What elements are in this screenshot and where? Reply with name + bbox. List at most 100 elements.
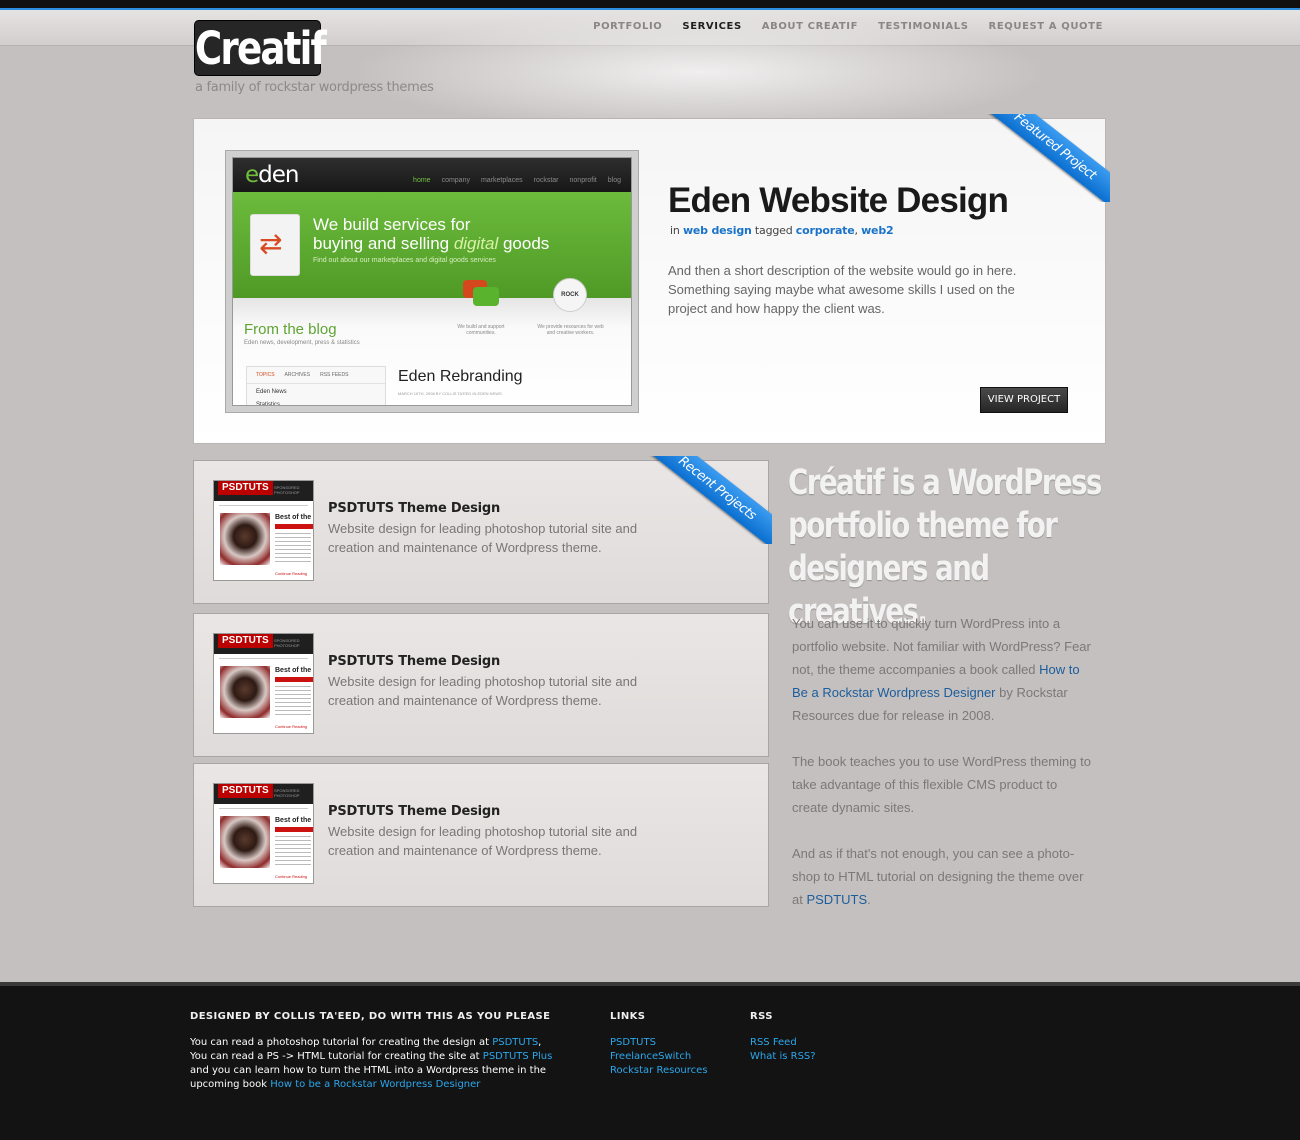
recent-ribbon-label: Recent Projects <box>625 456 772 544</box>
footer-psdtuts-plus-link[interactable]: PSDTUTS Plus <box>483 1051 553 1062</box>
promo-paragraph-1: You can use it to quickly turn WordPress… <box>792 612 1112 727</box>
thumb-image <box>220 513 270 565</box>
featured-meta: in web design tagged corporate, web2 <box>670 224 894 237</box>
footer-credits: DESIGNED BY COLLIS TA'EED, DO WITH THIS … <box>190 1011 580 1092</box>
tag-link-corporate[interactable]: corporate <box>796 224 855 237</box>
project-thumbnail[interactable]: PSDTUTS SPONSORED PHOTOSHOP Best of the … <box>213 783 314 884</box>
footer-text: You can read a PS -> HTML tutorial for c… <box>190 1051 483 1062</box>
promo-p3-b: . <box>867 892 871 907</box>
footer-text: upcoming book <box>190 1079 271 1090</box>
mockup-caption-2: We provide resources for web and creativ… <box>537 324 604 336</box>
mockup-row: Statistics <box>256 402 281 406</box>
mockup-post-title: Eden Rebranding <box>398 368 523 385</box>
promo-headline-line: Créatif is a WordPress <box>788 463 1102 503</box>
mockup-logo-leaf: e <box>245 162 259 188</box>
thumb-text-lines <box>275 686 311 716</box>
nav-services[interactable]: SERVICES <box>682 21 741 32</box>
mockup-logo-rest: den <box>258 162 299 188</box>
psdtuts-link[interactable]: PSDTUTS <box>806 892 867 907</box>
site-logo[interactable]: Creatif <box>194 20 327 76</box>
site-footer: DESIGNED BY COLLIS TA'EED, DO WITH THIS … <box>0 982 1300 1140</box>
footer-link-rockstar-resources[interactable]: Rockstar Resources <box>610 1064 708 1078</box>
thumb-heading: Best of the <box>275 514 312 521</box>
mockup-tabs: TOPICS ARCHIVES RSS FEEDS <box>247 367 385 384</box>
featured-description: And then a short description of the webs… <box>668 263 1017 316</box>
nav-about-creatif[interactable]: ABOUT CREATIF <box>762 21 858 32</box>
project-title[interactable]: PSDTUTS Theme Design <box>328 501 500 516</box>
thumb-divider <box>219 658 308 659</box>
mockup-nav-item: marketplaces <box>480 177 523 184</box>
thumb-heading: Best of the <box>275 817 312 824</box>
thumb-heading: Best of the <box>275 667 312 674</box>
thumb-footer: Continue Reading <box>275 724 308 729</box>
project-title[interactable]: PSDTUTS Theme Design <box>328 654 500 669</box>
mockup-logo: eden <box>245 162 299 188</box>
footer-line: upcoming book How to be a Rockstar Wordp… <box>190 1078 580 1092</box>
recent-ribbon: Recent Projects <box>620 456 772 544</box>
thumb-red-bar <box>275 524 313 529</box>
footer-credits-heading: DESIGNED BY COLLIS TA'EED, DO WITH THIS … <box>190 1011 551 1022</box>
mockup-tab: TOPICS <box>256 372 275 378</box>
footer-rss: RSS RSS Feed What is RSS? <box>750 1011 816 1064</box>
mockup-nav: home company marketplaces rockstar nonpr… <box>413 177 621 184</box>
mockup-post-meta: MARCH 16TH, 2008 BY COLLIS TA'EED IN EDE… <box>398 391 502 396</box>
project-description: Website design for leading photoshop tut… <box>328 521 638 555</box>
footer-link-rss-feed[interactable]: RSS Feed <box>750 1036 816 1050</box>
thumb-logo: PSDTUTS <box>218 481 273 495</box>
footer-link-freelanceswitch[interactable]: FreelanceSwitch <box>610 1050 708 1064</box>
mockup-row: Eden News <box>256 389 287 395</box>
view-project-button[interactable]: VIEW PROJECT <box>980 387 1068 413</box>
category-link[interactable]: web design <box>683 224 752 237</box>
project-thumbnail[interactable]: PSDTUTS SPONSORED PHOTOSHOP Best of the … <box>213 480 314 581</box>
footer-rss-heading: RSS <box>750 1011 773 1022</box>
project-description: Website design for leading photoshop tut… <box>328 824 638 858</box>
mockup-hero-title: We build services for buying and selling… <box>313 215 549 253</box>
promo-paragraph-3: And as if that's not enough, you can see… <box>792 842 1112 911</box>
footer-link-psdtuts[interactable]: PSDTUTS <box>610 1036 708 1050</box>
mockup-hero-line1: We build services for <box>313 215 471 234</box>
rock-badge-icon: ROCK <box>553 278 587 312</box>
mockup-panel: TOPICS ARCHIVES RSS FEEDS Eden News Stat… <box>246 366 386 406</box>
thumb-sub: SPONSORED PHOTOSHOP <box>274 638 300 648</box>
footer-psdtuts-link[interactable]: PSDTUTS <box>492 1037 538 1048</box>
footer-links-heading: LINKS <box>610 1011 646 1022</box>
footer-link-what-is-rss[interactable]: What is RSS? <box>750 1050 816 1064</box>
meta-in: in <box>670 224 680 237</box>
thumb-sub: SPONSORED PHOTOSHOP <box>274 485 300 495</box>
featured-ribbon: Featured Project <box>958 114 1110 202</box>
chat-bubbles-icon <box>463 280 499 308</box>
tag-link-web2[interactable]: web2 <box>861 224 894 237</box>
promo-text: The book teaches you to use WordPress th… <box>792 754 1091 815</box>
mockup-hero-line2a: buying and selling <box>313 234 454 253</box>
project-description: Website design for leading photoshop tut… <box>328 674 638 708</box>
thumb-red-bar <box>275 677 313 682</box>
mockup-nav-item: home <box>413 177 431 184</box>
mockup-hero-line2c: goods <box>498 234 550 253</box>
mockup-blog-title: From the blog <box>244 321 337 338</box>
nav-testimonials[interactable]: TESTIMONIALS <box>878 21 968 32</box>
mockup-nav-item: nonprofit <box>569 177 597 184</box>
nav-portfolio[interactable]: PORTFOLIO <box>593 21 662 32</box>
featured-ribbon-label: Featured Project <box>963 114 1110 202</box>
footer-line: You can read a photoshop tutorial for cr… <box>190 1036 580 1050</box>
thumb-divider <box>219 505 308 506</box>
thumb-image <box>220 666 270 718</box>
footer-line: and you can learn how to turn the HTML i… <box>190 1065 547 1076</box>
recent-project-card[interactable]: PSDTUTS SPONSORED PHOTOSHOP Best of the … <box>193 613 769 757</box>
featured-screenshot[interactable]: eden home company marketplaces rockstar … <box>225 150 639 413</box>
promo-text: And as if that's not enough, you can see… <box>792 842 1092 911</box>
promo-text: You can use it to quickly turn WordPress… <box>792 612 1092 727</box>
project-thumbnail[interactable]: PSDTUTS SPONSORED PHOTOSHOP Best of the … <box>213 633 314 734</box>
promo-headline-text: Créatif is a WordPress portfolio theme f… <box>788 462 1105 634</box>
promo-headline: Créatif is a WordPress portfolio theme f… <box>788 462 1108 634</box>
recent-project-card[interactable]: PSDTUTS SPONSORED PHOTOSHOP Best of the … <box>193 763 769 907</box>
footer-book-link[interactable]: How to be a Rockstar Wordpress Designer <box>270 1079 480 1090</box>
mockup-nav-item: rockstar <box>533 177 559 184</box>
mockup-nav-item: company <box>441 177 470 184</box>
tag-separator: , <box>854 224 859 237</box>
nav-request-quote[interactable]: REQUEST A QUOTE <box>989 21 1103 32</box>
mockup-blog-sub: Eden news, development, press & statisti… <box>244 340 360 346</box>
mockup-tab: ARCHIVES <box>284 372 311 378</box>
project-title[interactable]: PSDTUTS Theme Design <box>328 804 500 819</box>
mockup-hero-line2b: digital <box>453 234 499 253</box>
